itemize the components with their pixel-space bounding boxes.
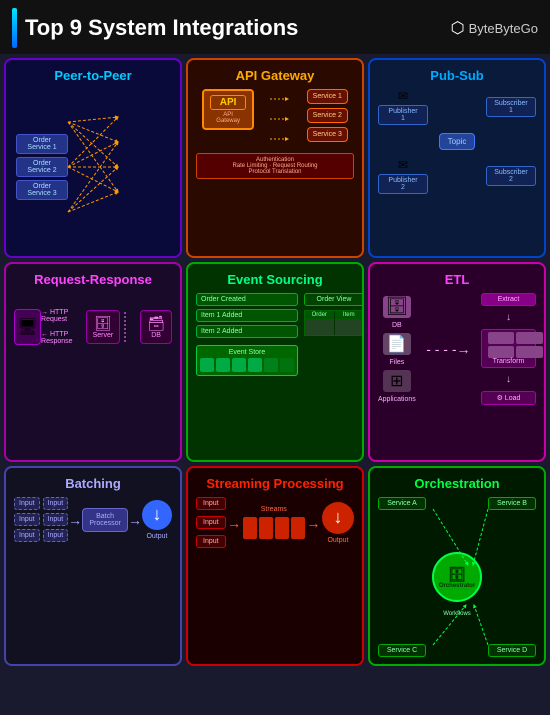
es-event-2: Item 1 Added (196, 309, 298, 322)
publisher-1: Publisher1 (378, 105, 428, 125)
p2p-arrows-svg (68, 102, 182, 232)
subscriber-2: Subscriber2 (486, 166, 536, 186)
card-etl-title: ETL (378, 272, 536, 287)
rr-db: 🗃 DB (140, 310, 172, 344)
pubsub-email-icon-2: ✉ (398, 158, 408, 172)
card-batching: Batching Input Input Input Input Input I… (4, 466, 182, 666)
batch-input-1: Input (14, 497, 40, 510)
header: Top 9 System Integrations ⬡ ByteByteGo (0, 0, 550, 54)
etl-db: 🗄 (383, 296, 411, 318)
stream-block-1 (243, 517, 257, 539)
etl-transform: Transform (481, 329, 536, 368)
api-gateway-box: API APIGateway (202, 89, 254, 130)
es-table: Order Item (304, 310, 364, 336)
batch-processor: BatchProcessor (82, 508, 128, 532)
etl-files: 📄 (383, 333, 411, 355)
api-auth-box: AuthenticationRate Limiting · Request Ro… (196, 153, 354, 179)
card-orch-title: Orchestration (378, 476, 536, 491)
header-accent (12, 8, 17, 48)
etl-apps-label: Applications (378, 396, 416, 403)
es-event-3: Item 2 Added (196, 325, 298, 338)
orch-arrows (378, 497, 536, 657)
es-order-view: Order View (304, 293, 364, 306)
rr-client: 🖥 (14, 309, 41, 345)
etl-files-label: Files (389, 359, 404, 366)
card-request-response: Request-Response 🖥 → HTTP Request ← HTTP… (4, 262, 182, 462)
card-streaming: Streaming Processing Input Input Input →… (186, 466, 364, 666)
card-pubsub-title: Pub-Sub (378, 68, 536, 83)
batch-arrow-down: ↓ (142, 500, 172, 530)
stream-label: Streams (261, 506, 287, 513)
card-peer-to-peer: Peer-to-Peer OrderService 1 OrderService… (4, 58, 182, 258)
publisher-2: Publisher2 (378, 174, 428, 194)
brand-icon: ⬡ (451, 18, 465, 38)
stream-output-label: Output (327, 537, 348, 544)
api-service-1: Service 1 (307, 89, 348, 104)
brand-logo: ⬡ ByteByteGo (451, 18, 538, 38)
batch-input-2: Input (43, 497, 69, 510)
pubsub-email-icon-1: ✉ (398, 89, 408, 103)
batch-input-3: Input (14, 513, 40, 526)
stream-block-4 (291, 517, 305, 539)
stream-input-2: Input (196, 516, 226, 529)
stream-block-2 (259, 517, 273, 539)
batch-input-5: Input (14, 529, 40, 542)
card-api-gateway: API Gateway API APIGateway (186, 58, 364, 258)
card-event-sourcing: Event Sourcing Order Created Item 1 Adde… (186, 262, 364, 462)
subscriber-1: Subscriber1 (486, 97, 536, 117)
es-event-store: Event Store (196, 345, 298, 376)
etl-apps: ⊞ (383, 370, 411, 392)
batch-input-6: Input (43, 529, 69, 542)
pubsub-topic: Topic (439, 133, 476, 150)
card-p2p-title: Peer-to-Peer (14, 68, 172, 83)
stream-input-3: Input (196, 535, 226, 548)
stream-input-1: Input (196, 497, 226, 510)
page-title: Top 9 System Integrations (25, 15, 298, 41)
card-api-title: API Gateway (196, 68, 354, 83)
stream-block-3 (275, 517, 289, 539)
card-rr-title: Request-Response (14, 272, 172, 287)
brand-name: ByteByteGo (469, 21, 538, 36)
p2p-order-service-1: OrderService 1 (16, 134, 68, 154)
batch-input-4: Input (43, 513, 69, 526)
etl-extract: Extract (481, 293, 536, 306)
rr-server: 🗄 Server (86, 310, 121, 344)
api-service-2: Service 2 (307, 108, 348, 123)
p2p-order-service-3: OrderService 3 (16, 180, 68, 200)
card-stream-title: Streaming Processing (196, 476, 354, 491)
p2p-order-service-2: OrderService 2 (16, 157, 68, 177)
card-etl: ETL 🗄 DB 📄 Files ⊞ Applications - - - -→… (368, 262, 546, 462)
stream-arrow-down: ↓ (322, 502, 354, 534)
card-pub-sub: Pub-Sub ✉ Publisher1 Subscriber1 Topic ✉… (368, 58, 546, 258)
batch-output-label: Output (146, 533, 167, 540)
es-event-1: Order Created (196, 293, 298, 306)
card-batch-title: Batching (14, 476, 172, 491)
card-orchestration: Orchestration Service A Service B Servic… (368, 466, 546, 666)
etl-db-label: DB (392, 322, 402, 329)
api-service-3: Service 3 (307, 127, 348, 142)
cards-grid: Peer-to-Peer OrderService 1 OrderService… (0, 54, 550, 664)
etl-load: ⚙ Load (481, 391, 536, 405)
card-es-title: Event Sourcing (196, 272, 354, 287)
